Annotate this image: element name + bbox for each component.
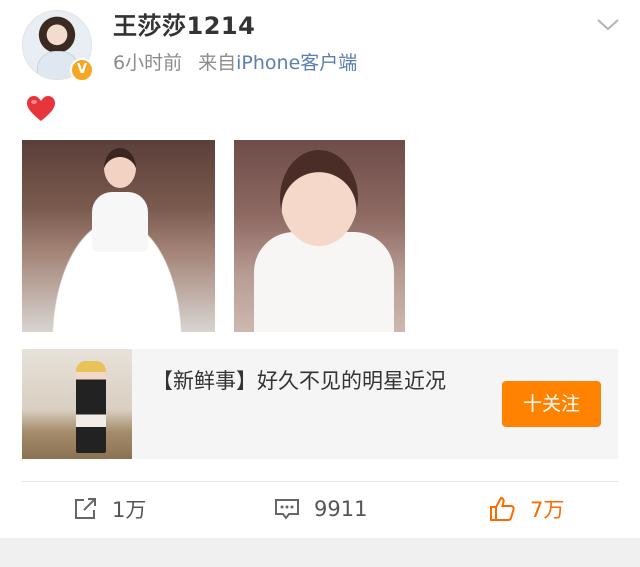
repost-icon bbox=[75, 498, 96, 519]
chevron-down-icon[interactable] bbox=[594, 14, 622, 34]
source-prefix: 来自 bbox=[198, 52, 237, 74]
post-meta: 6小时前 来自iPhone客户端 bbox=[113, 50, 357, 76]
comment-button[interactable]: 9911 bbox=[274, 491, 367, 527]
repost-count: 1万 bbox=[112, 498, 147, 522]
comment-count: 9911 bbox=[314, 497, 368, 521]
like-count: 7万 bbox=[530, 498, 565, 522]
card-title[interactable]: 【新鲜事】好久不见的明星近况 bbox=[152, 365, 472, 397]
thumbs-up-icon bbox=[490, 496, 515, 521]
verified-badge-icon: V bbox=[70, 58, 94, 82]
post-photo-2[interactable] bbox=[234, 140, 405, 332]
post-photo-1[interactable] bbox=[22, 140, 215, 332]
card-thumbnail[interactable] bbox=[22, 349, 132, 459]
red-heart-icon bbox=[27, 96, 55, 121]
feed-separator bbox=[0, 538, 640, 567]
divider bbox=[22, 481, 618, 482]
like-button[interactable]: 7万 bbox=[488, 491, 564, 527]
post-source[interactable]: iPhone客户端 bbox=[236, 52, 357, 74]
username[interactable]: 王莎莎1214 bbox=[113, 10, 255, 42]
comment-icon bbox=[275, 499, 299, 520]
follow-button[interactable]: 十关注 bbox=[502, 381, 601, 427]
post-time: 6小时前 bbox=[113, 52, 183, 74]
repost-button[interactable]: 1万 bbox=[72, 491, 146, 527]
